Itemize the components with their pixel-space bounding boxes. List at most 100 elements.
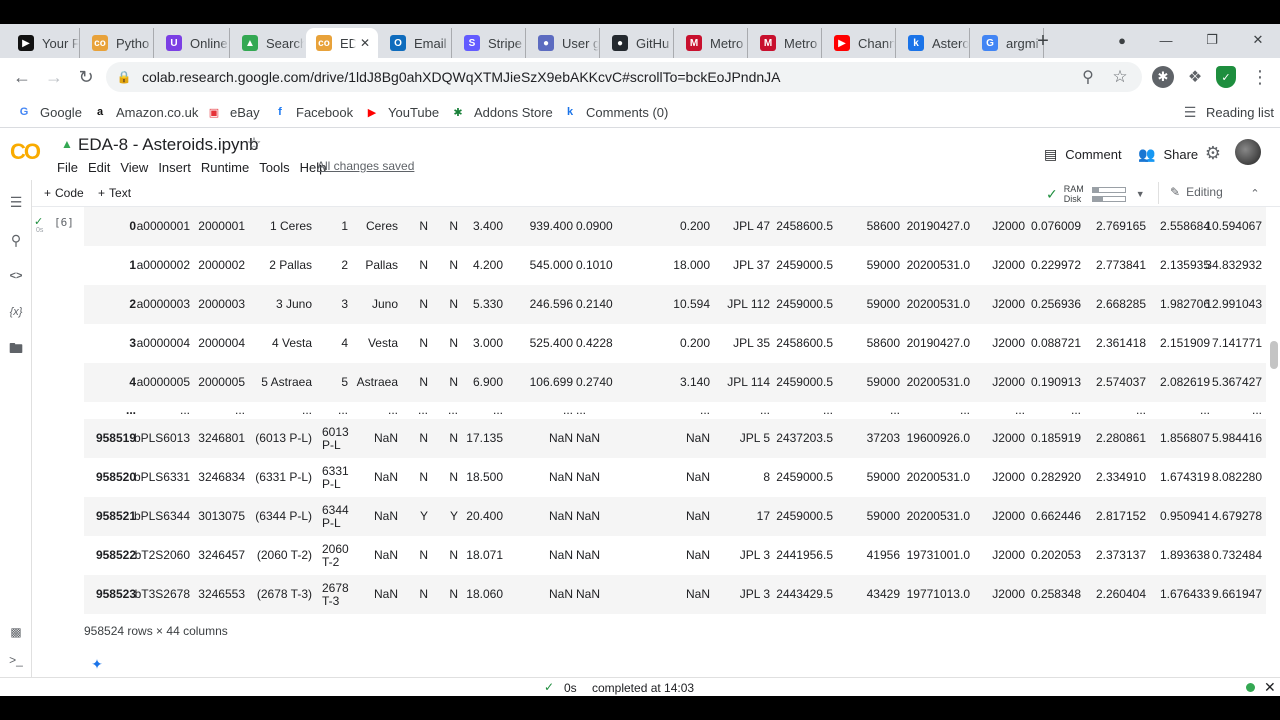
table-cell: (2678 T-3) [256,586,312,601]
table-cell: NaN [373,469,398,484]
status-message[interactable]: completed at 14:03 [592,681,694,695]
browser-tab[interactable]: S Stripe [454,28,526,58]
new-tab-plus-icon[interactable]: + [1032,30,1054,52]
bookmark-star-icon[interactable]: ☆ [1110,67,1130,87]
drive-icon: ▲ [61,137,73,151]
colab-logo[interactable]: CO [10,140,46,164]
table-cell: 20200531.0 [906,469,970,484]
table-cell: NaN [685,430,710,445]
bookmark-item[interactable]: f Facebook [272,100,353,124]
table-cell: 2678 T-3 [322,580,349,608]
status-time: 0s [564,681,577,695]
browser-tab[interactable]: ▶ Your F [8,28,80,58]
menu-file[interactable]: File [57,160,78,175]
comment-button[interactable]: ▤ Comment [1044,144,1122,164]
table-cell: 0.256936 [1030,296,1081,311]
reload-icon[interactable]: ↻ [74,65,98,89]
bookmark-item[interactable]: G Google [16,100,82,124]
browser-tab[interactable]: ● User g [528,28,600,58]
table-row: 958520 bPLS6331 3246834 (6331 P-L) 6331 P-L N… [84,458,1266,497]
minimize-icon[interactable]: — [1156,30,1176,50]
table-cell: 12.991043 [1205,296,1262,311]
browser-menu-icon[interactable]: ⋮ [1250,66,1270,88]
scrollbar-thumb[interactable] [1270,341,1278,369]
table-cell: 3.400 [472,218,503,233]
search-icon[interactable]: ⚲ [6,230,26,250]
magic-wand-icon[interactable]: ✦ [88,655,106,673]
share-button[interactable]: 👥 Share [1138,144,1198,164]
resource-monitor[interactable]: ✓ RAM Disk ▼ [1046,183,1145,205]
table-cell: 106.699 [529,374,573,389]
table-row: 958519 bPLS6013 3246801 (6013 P-L) 6013 P-L N… [84,419,1266,458]
browser-tab[interactable]: U Online [156,28,230,58]
collapse-chevron-icon[interactable]: ⌃ [1246,184,1264,202]
menu-edit[interactable]: Edit [88,160,110,175]
bookmark-item[interactable]: k Comments (0) [562,100,668,124]
editing-mode-button[interactable]: ✎ Editing [1170,185,1223,199]
browser-tab[interactable]: co ED ✕ [306,28,378,58]
restore-icon[interactable]: ❐ [1202,30,1222,50]
browser-tab[interactable]: co Pytho [82,28,154,58]
saved-status[interactable]: All changes saved [317,159,414,173]
browser-tab[interactable]: ▶ Chann [824,28,896,58]
browser-tab[interactable]: M Metro [676,28,748,58]
table-cell: ... [234,402,245,417]
table-cell: 19771013.0 [906,586,970,601]
extension-icon[interactable]: ✱ [1152,66,1174,88]
table-cell: 6344 P-L [322,502,349,530]
window-close-icon[interactable]: ✕ [1248,30,1268,50]
table-cell: J2000 [992,218,1025,233]
command-palette-icon[interactable]: ▩ [6,622,26,642]
menu-tools[interactable]: Tools [259,160,289,175]
table-cell: 2443429.5 [776,586,833,601]
tab-close-icon[interactable]: ✕ [360,36,370,50]
bookmark-item[interactable]: a Amazon.co.uk [92,100,198,124]
bookmark-item[interactable]: ▶ YouTube [364,100,439,124]
table-cell: 2.151909 [1159,335,1210,350]
table-cell: 0.662446 [1030,508,1081,523]
browser-tab[interactable]: M Metro [750,28,822,58]
lock-icon[interactable]: 🔒 [116,69,132,85]
table-of-contents-icon[interactable]: ☰ [6,192,26,212]
browser-tab[interactable]: k Astero [898,28,970,58]
tab-search-icon[interactable]: ● [1112,30,1132,50]
menu-view[interactable]: View [120,160,148,175]
extensions-puzzle-icon[interactable]: ❖ [1184,66,1206,88]
bookmark-item[interactable]: ▣ eBay [206,100,260,124]
zoom-search-icon[interactable]: ⚲ [1078,67,1098,87]
star-icon[interactable]: ☆ [244,134,264,154]
add-text-button[interactable]: + Text [98,186,131,200]
shield-icon[interactable]: ✓ [1216,66,1236,88]
terminal-icon[interactable]: >_ [6,650,26,670]
browser-tab[interactable]: ● GitHu [602,28,674,58]
address-bar[interactable]: 🔒 colab.research.google.com/drive/1ldJ8B… [106,62,1142,92]
table-cell: 20.400 [466,508,503,523]
browser-tab[interactable]: ▲ Search [232,28,304,58]
variables-icon[interactable]: {x} [6,302,26,322]
avatar[interactable] [1235,139,1261,165]
settings-gear-icon[interactable]: ⚙ [1202,142,1224,164]
table-cell: 0.282920 [1030,469,1081,484]
table-cell: 5 Astraea [261,374,312,389]
folder-icon[interactable]: 🖿 [6,340,26,360]
close-status-icon[interactable]: ✕ [1264,679,1276,696]
connected-check-icon: ✓ [1046,185,1058,202]
browser-tab[interactable]: O Email [380,28,452,58]
bookmark-item[interactable]: ✱ Addons Store [450,100,552,124]
menu-insert[interactable]: Insert [158,160,191,175]
menu-runtime[interactable]: Runtime [201,160,249,175]
notebook-title[interactable]: EDA-8 - Asteroids.ipynb [78,135,258,155]
dropdown-arrow-icon[interactable]: ▼ [1136,189,1145,199]
forward-icon[interactable]: → [42,65,66,89]
table-cell: JPL 35 [733,335,770,350]
disk-label: Disk [1063,194,1082,204]
table-cell: N [419,430,428,445]
code-snippets-icon[interactable]: <> [6,266,26,286]
table-cell: 2.334910 [1095,469,1146,484]
browser-tab-strip: ▶ Your F co Pytho U Online ▲ Search co ED ✕ O Email S… [0,24,1280,58]
table-cell: 59000 [866,374,900,389]
back-icon[interactable]: ← [10,65,34,89]
reading-list-button[interactable]: ☰ Reading list [1182,100,1274,124]
table-cell: a0000004 [136,335,190,350]
add-code-button[interactable]: + Code [44,186,84,200]
